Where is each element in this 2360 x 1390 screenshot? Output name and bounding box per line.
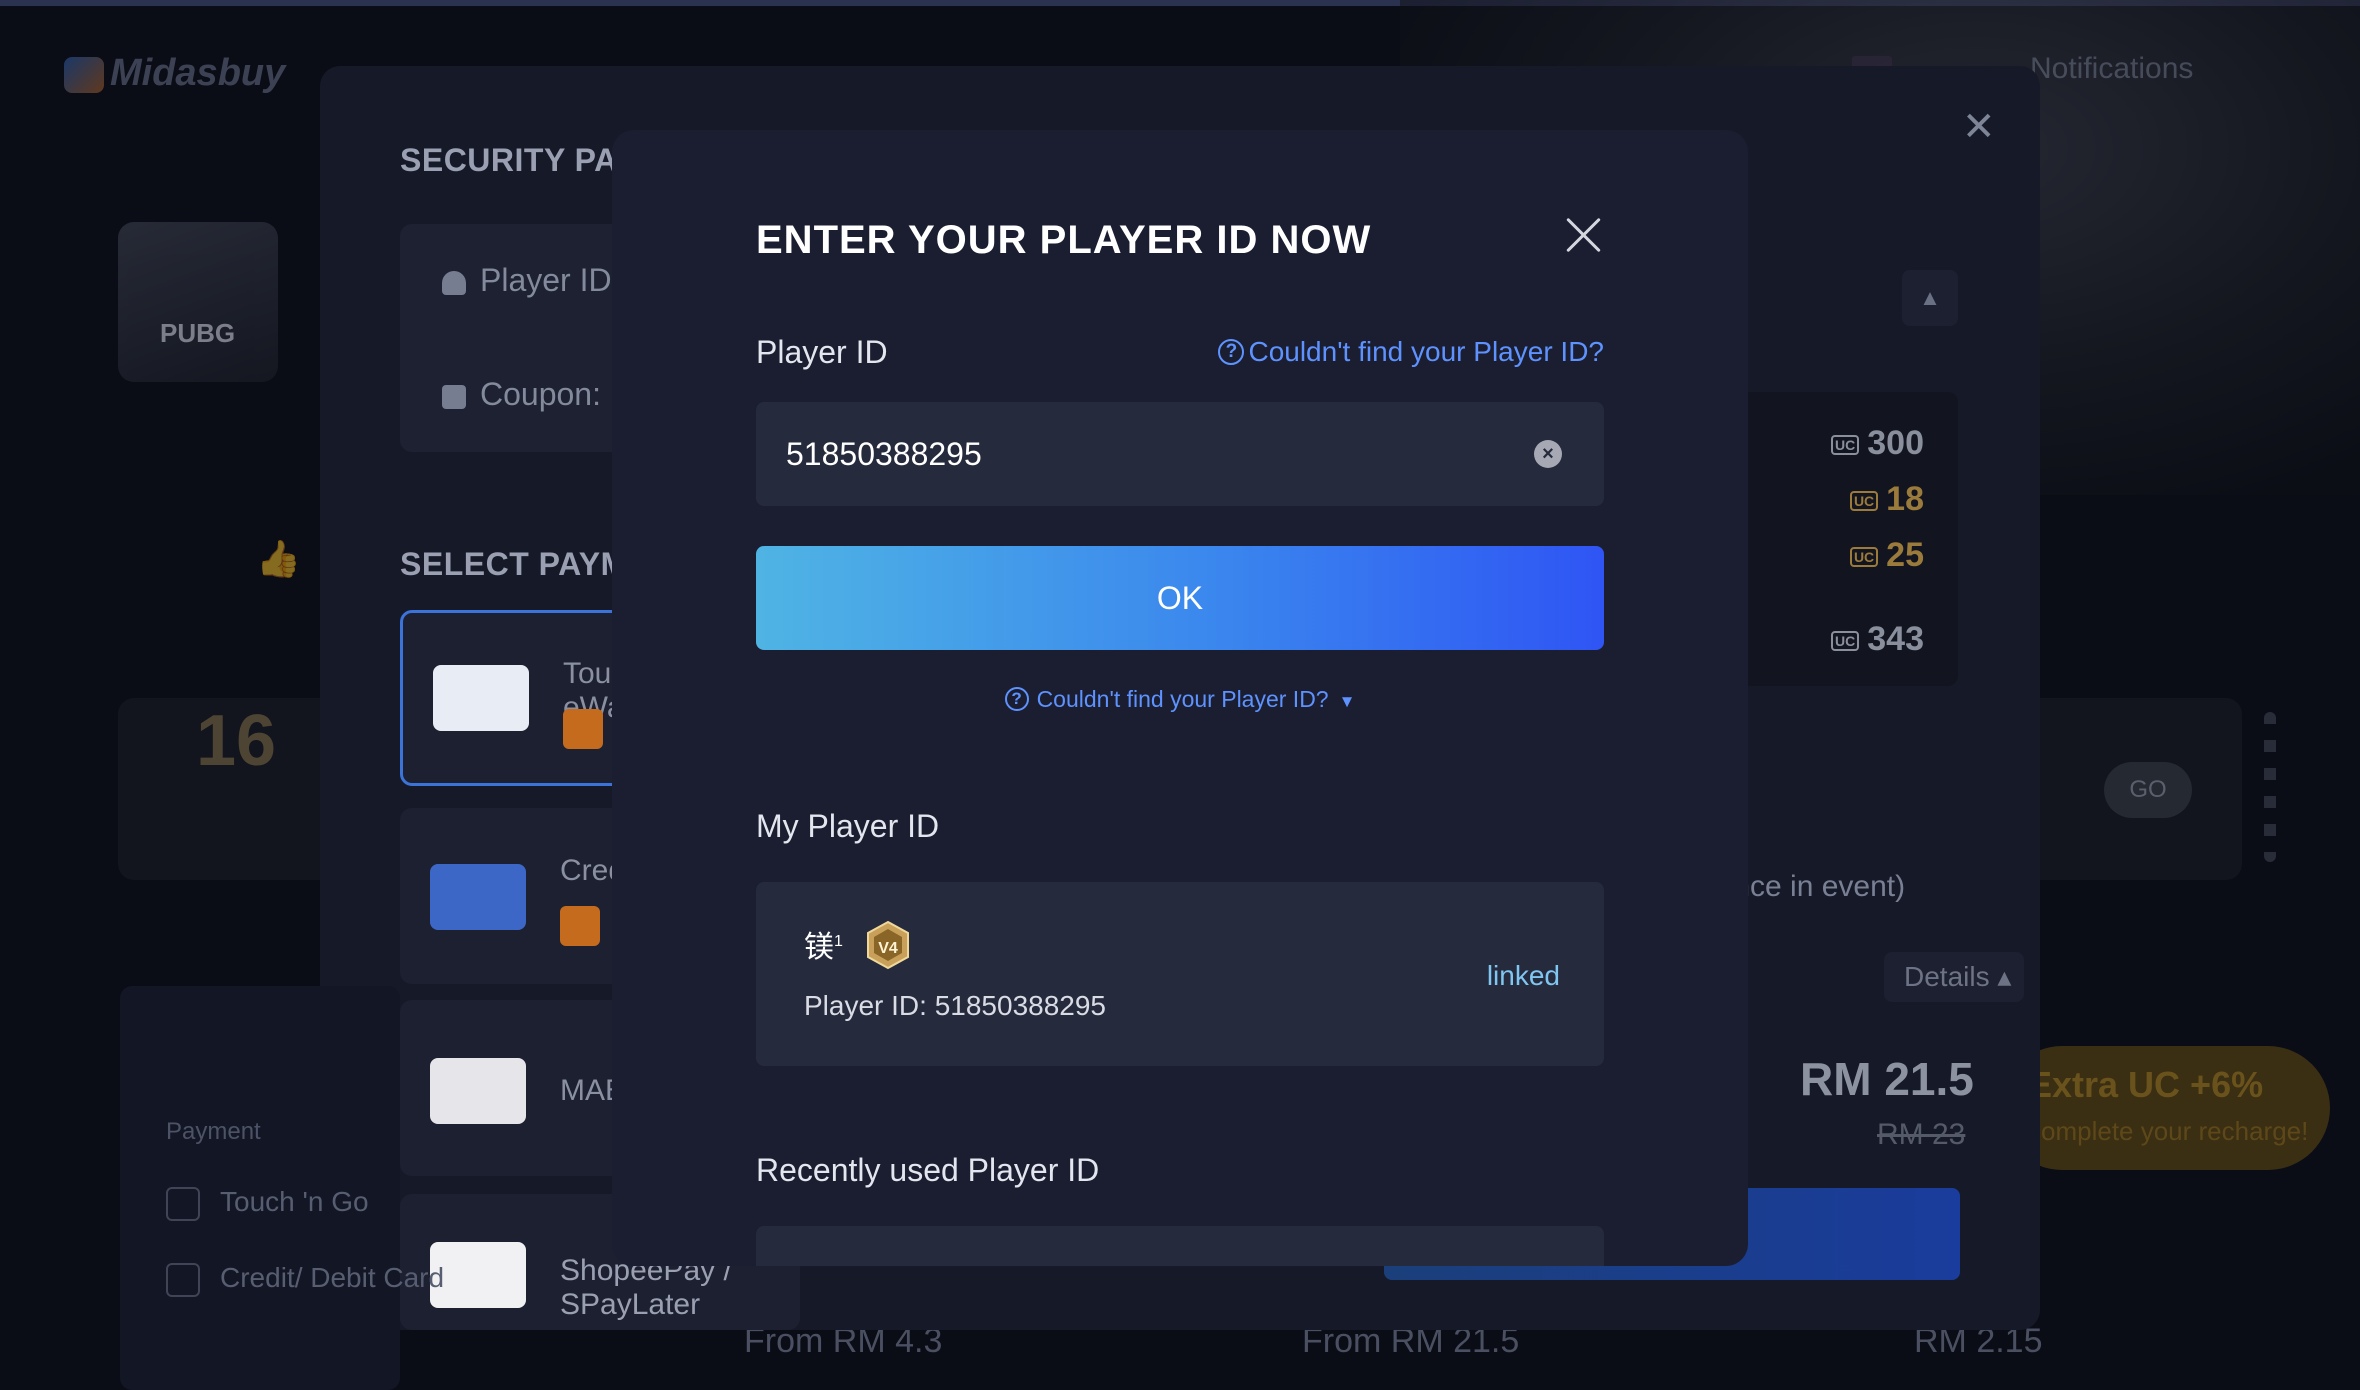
promo-pill[interactable]: Extra UC +6% complete your recharge!: [2000, 1046, 2330, 1170]
player-id-text: Player ID: 51850388295: [804, 990, 1106, 1021]
filter-title: Payment: [166, 1118, 261, 1145]
notifications-link[interactable]: Notifications: [2030, 52, 2193, 86]
find-player-id-toggle[interactable]: ? Couldn't find your Player ID? ▼: [612, 686, 1748, 713]
mae-logo-icon: [430, 1058, 526, 1124]
original-price: RM 23: [1877, 1118, 1966, 1151]
uc-icon: UC: [1831, 631, 1860, 652]
caret-down-icon: ▼: [1338, 692, 1356, 711]
coupon-row[interactable]: Coupon:: [442, 376, 601, 413]
shopeepay-logo-icon: [430, 1242, 526, 1308]
ticket-icon: [442, 384, 466, 409]
player-nickname: 镁1: [804, 931, 843, 964]
card-logo-icon: [430, 864, 526, 930]
player-id-row[interactable]: Player ID: [442, 262, 612, 299]
thumbs-up-icon: 👍: [256, 538, 301, 579]
coupon-tag-icon: [560, 906, 600, 946]
collapse-arrow-icon[interactable]: ▲: [1902, 270, 1958, 326]
brand-mark-icon: [64, 56, 104, 93]
close-icon[interactable]: [1556, 208, 1612, 264]
filter-item-card[interactable]: Credit/ Debit Card: [166, 1262, 444, 1297]
uc-base: UC 300: [1831, 424, 1924, 463]
player-id-modal: ENTER YOUR PLAYER ID NOW Player ID ? Coul…: [612, 130, 1748, 1266]
level-badge-icon: V4: [867, 920, 909, 970]
uc-icon: UC: [1831, 435, 1860, 456]
go-button[interactable]: GO: [2104, 762, 2192, 818]
user-icon: [442, 270, 466, 295]
rank-badge-icon: 16: [196, 701, 277, 781]
find-player-id-link[interactable]: ? Couldn't find your Player ID?: [1218, 336, 1604, 368]
modal-title: ENTER YOUR PLAYER ID NOW: [756, 218, 1372, 262]
uc-icon: UC: [1849, 491, 1879, 512]
uc-bonus-2: UC 25: [1849, 536, 1924, 575]
player-id-field: ×: [756, 402, 1604, 506]
my-player-id-heading: My Player ID: [756, 808, 940, 844]
total-price: RM 21.5: [1800, 1053, 1974, 1105]
tng-logo-icon: [433, 665, 529, 731]
player-id-label: Player ID: [756, 334, 888, 370]
help-circle-icon: ?: [1218, 338, 1245, 365]
checkbox[interactable]: [166, 1186, 200, 1221]
player-id-input[interactable]: [786, 402, 1526, 506]
brand-logo[interactable]: Midasbuy: [64, 52, 285, 95]
filter-item-tng[interactable]: Touch 'n Go: [166, 1186, 369, 1221]
uc-bonus-1: UC 18: [1849, 480, 1924, 519]
uc-icon: UC: [1849, 547, 1879, 568]
details-button[interactable]: Details ▴: [1884, 952, 2024, 1002]
game-thumbnail: PUBG: [118, 222, 278, 382]
panel-close-icon[interactable]: ✕: [1962, 104, 1996, 150]
clear-input-icon[interactable]: ×: [1534, 440, 1562, 468]
svg-text:V4: V4: [878, 940, 898, 957]
checkbox[interactable]: [166, 1262, 200, 1297]
gift-icon: [563, 709, 603, 749]
my-player-card[interactable]: 镁1 V4 Player ID: 51850388295 linked: [756, 882, 1604, 1066]
linked-status: linked: [1486, 960, 1560, 991]
help-circle-icon: ?: [1004, 686, 1029, 711]
carousel-indicator[interactable]: [2264, 712, 2276, 862]
recent-player-id-heading: Recently used Player ID: [756, 1152, 1100, 1188]
recent-player-card[interactable]: [756, 1226, 1604, 1266]
ok-button[interactable]: OK: [756, 546, 1604, 650]
uc-total: UC 343: [1831, 620, 1924, 659]
